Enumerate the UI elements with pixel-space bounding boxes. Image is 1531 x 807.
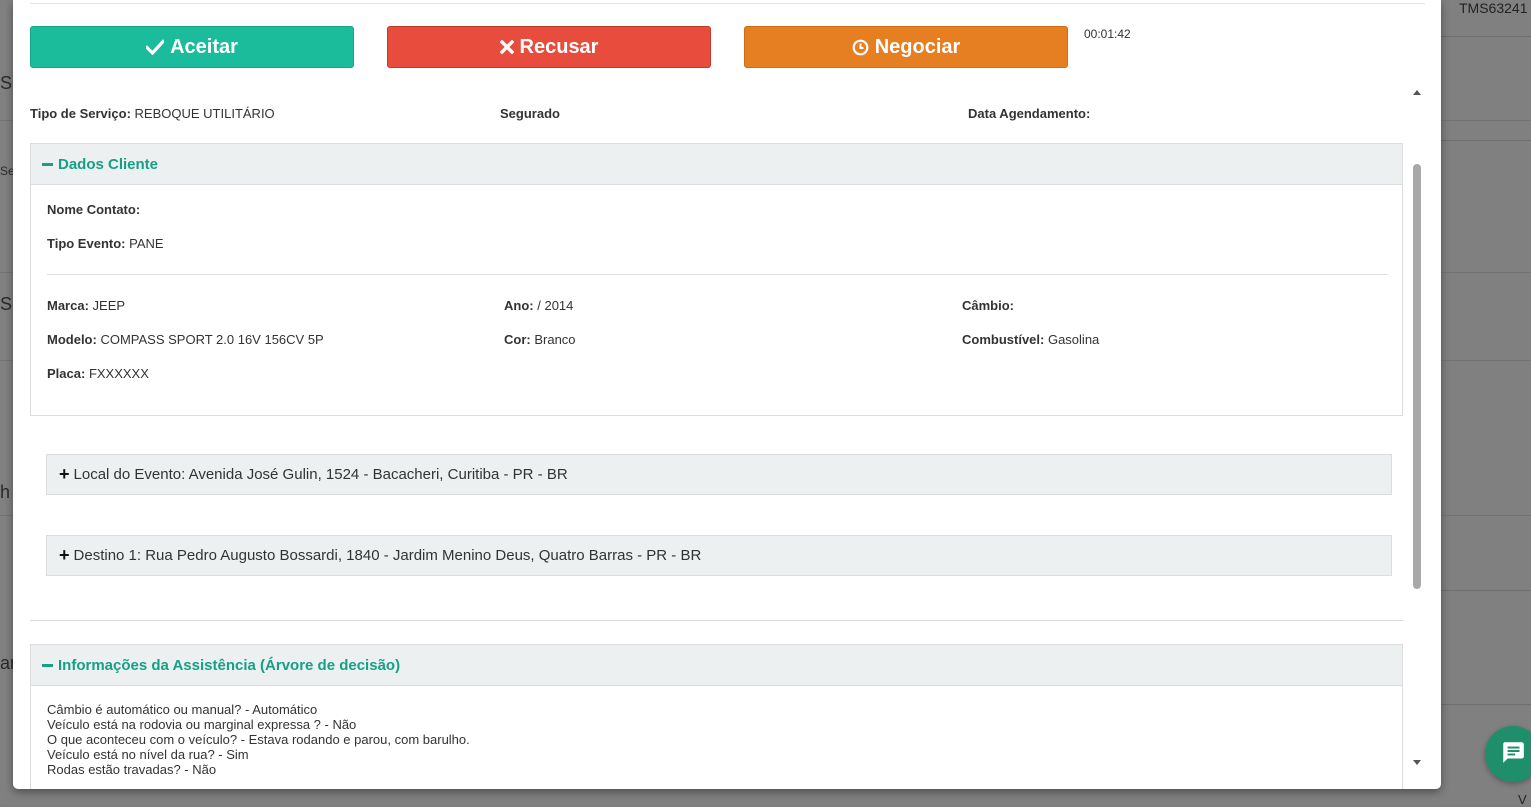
assistance-info-title: Informações da Assistência (Árvore de de… — [58, 656, 401, 674]
background-divider — [1441, 36, 1531, 37]
negotiate-button-label: Negociar — [874, 35, 961, 58]
client-data-panel-header[interactable]: Dados Cliente — [31, 144, 1402, 185]
event-location-text: Local do Evento: Avenida José Gulin, 152… — [73, 466, 568, 483]
background-fragment: V — [1518, 792, 1527, 807]
event-type-label: Tipo Evento: — [47, 236, 126, 251]
service-type: Tipo de Serviço: REBOQUE UTILITÁRIO — [30, 106, 275, 121]
plus-icon: + — [59, 545, 70, 565]
decision-tree-line: Câmbio é automático ou manual? - Automát… — [47, 702, 318, 717]
minus-icon — [42, 663, 53, 667]
vehicle-brand-label: Marca: — [47, 298, 89, 313]
background-divider — [1441, 140, 1531, 141]
vehicle-year: Ano: / 2014 — [504, 298, 573, 313]
background-fragment: S — [0, 73, 13, 93]
service-type-value: REBOQUE UTILITÁRIO — [134, 106, 275, 121]
event-type: Tipo Evento: PANE — [47, 236, 164, 251]
vehicle-year-value: / 2014 — [537, 298, 574, 313]
check-icon — [146, 39, 165, 55]
background-fragment: h — [0, 482, 11, 502]
decision-tree-line: Veículo está no nível da rua? - Sim — [47, 747, 249, 762]
negotiate-button[interactable]: Negociar — [744, 26, 1068, 68]
reject-button[interactable]: Recusar — [387, 26, 711, 68]
event-location-panel[interactable]: + Local do Evento: Avenida José Gulin, 1… — [46, 454, 1392, 495]
vehicle-color: Cor: Branco — [504, 332, 576, 347]
section-divider — [30, 620, 1403, 621]
client-divider — [47, 274, 1387, 275]
decision-tree-line: O que aconteceu com o veículo? - Estava … — [47, 732, 470, 747]
decision-tree-answers: Câmbio é automático ou manual? - Automát… — [47, 702, 470, 777]
event-type-value: PANE — [129, 236, 164, 251]
scrollbar-thumb[interactable] — [1413, 164, 1421, 589]
vehicle-color-label: Cor: — [504, 332, 531, 347]
client-data-panel: Dados Cliente Nome Contato: Tipo Evento:… — [30, 143, 1403, 416]
plus-icon: + — [59, 464, 70, 484]
countdown-timer: 00:01:42 — [1084, 27, 1131, 41]
modal-top-divider — [30, 3, 1425, 4]
client-data-title: Dados Cliente — [58, 155, 159, 173]
vehicle-year-label: Ano: — [504, 298, 534, 313]
vehicle-fuel-value: Gasolina — [1047, 332, 1100, 347]
scroll-down-arrow-icon[interactable] — [1413, 760, 1421, 765]
vehicle-fuel: Combustível: Gasolina — [962, 332, 1099, 347]
minus-icon — [42, 162, 53, 166]
insured: Segurado — [500, 106, 560, 121]
chat-icon — [1500, 739, 1526, 770]
destination-panel[interactable]: + Destino 1: Rua Pedro Augusto Bossardi,… — [46, 535, 1392, 576]
vehicle-brand: Marca: JEEP — [47, 298, 125, 313]
vehicle-plate-label: Placa: — [47, 366, 86, 381]
service-offer-modal: Aceitar Recusar Negociar 00:01:42 Tipo d… — [13, 0, 1441, 789]
service-type-label: Tipo de Serviço: — [30, 106, 131, 121]
scroll-up-arrow-icon[interactable] — [1413, 90, 1421, 95]
background-divider — [1441, 590, 1531, 591]
vehicle-fuel-label: Combustível: — [962, 332, 1045, 347]
vehicle-color-value: Branco — [534, 332, 576, 347]
vehicle-model-label: Modelo: — [47, 332, 97, 347]
vehicle-plate: Placa: FXXXXXX — [47, 366, 149, 381]
vehicle-plate-value: FXXXXXX — [88, 366, 149, 381]
accept-button-label: Aceitar — [170, 35, 238, 58]
schedule-date: Data Agendamento: — [968, 106, 1090, 121]
decision-tree-line: Veículo está na rodovia ou marginal expr… — [47, 717, 357, 732]
background-fragment: S — [0, 294, 13, 314]
vehicle-gearbox-label: Câmbio: — [962, 298, 1014, 313]
decision-tree-line: Rodas estão travadas? - Não — [47, 762, 217, 777]
background-ticket-code: TMS63241 — [1459, 0, 1528, 16]
destination-text: Destino 1: Rua Pedro Augusto Bossardi, 1… — [73, 547, 702, 564]
background-divider — [1441, 704, 1531, 705]
vehicle-brand-value: JEEP — [92, 298, 126, 313]
contact-name: Nome Contato: — [47, 202, 140, 217]
reject-button-label: Recusar — [519, 35, 599, 58]
vehicle-model: Modelo: COMPASS SPORT 2.0 16V 156CV 5P — [47, 332, 324, 347]
contact-name-label: Nome Contato: — [47, 202, 141, 217]
accept-button[interactable]: Aceitar — [30, 26, 354, 68]
modal-scrollbar[interactable] — [1410, 86, 1424, 772]
schedule-date-label: Data Agendamento: — [968, 106, 1091, 121]
vehicle-gearbox: Câmbio: — [962, 298, 1014, 313]
assistance-info-panel-header[interactable]: Informações da Assistência (Árvore de de… — [31, 645, 1402, 686]
clock-icon — [852, 39, 869, 56]
times-icon — [499, 40, 514, 54]
vehicle-model-value: COMPASS SPORT 2.0 16V 156CV 5P — [100, 332, 324, 347]
insured-label: Segurado — [500, 106, 560, 121]
